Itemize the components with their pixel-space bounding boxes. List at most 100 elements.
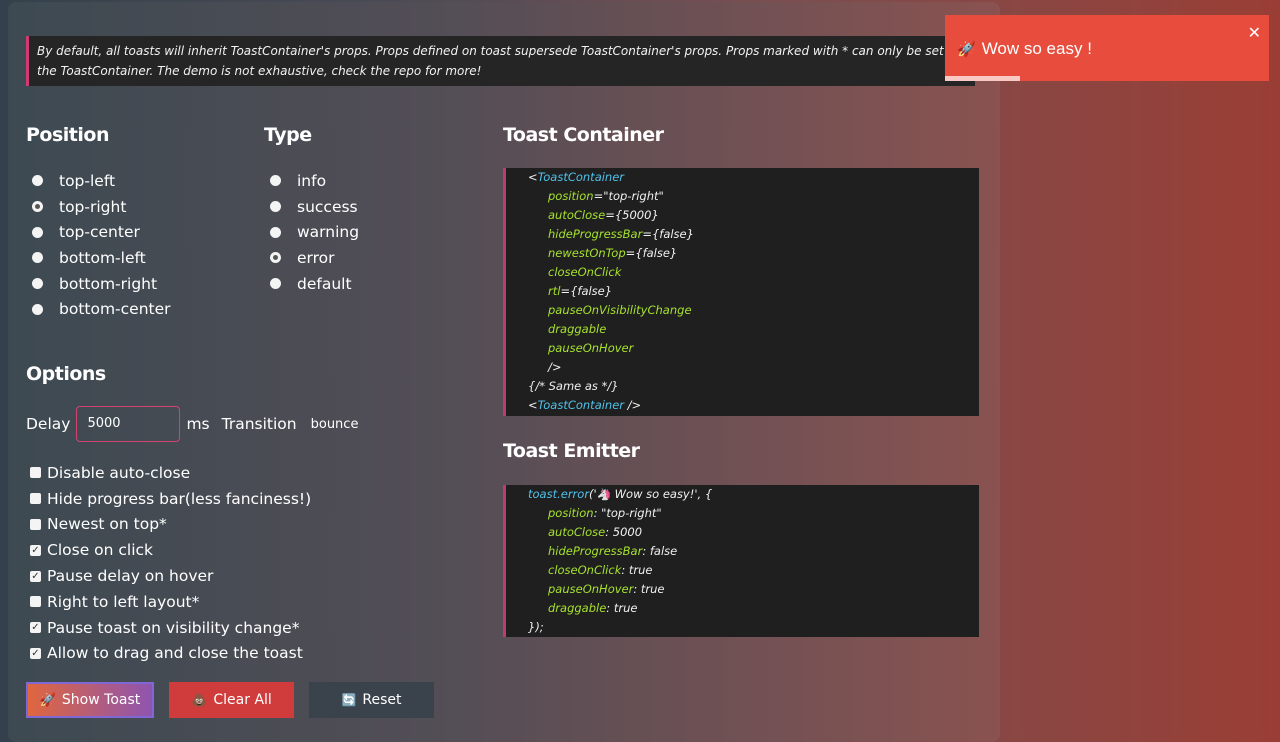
code-token: pauseOnHover (548, 341, 634, 355)
type-title: Type (264, 124, 312, 146)
option-checkbox-row[interactable]: Right to left layout* (30, 589, 311, 615)
code-token: hideProgressBar (548, 227, 643, 241)
option-checkbox-label: Close on click (47, 541, 154, 560)
code-token: draggable (548, 322, 607, 336)
option-checkbox-label: Pause toast on visibility change* (47, 618, 300, 637)
code-token: ('🦄 Wow so easy!', { (589, 487, 713, 501)
radio-icon[interactable] (270, 252, 281, 264)
position-option-bottom-center[interactable]: bottom-center (26, 296, 226, 322)
radio-icon[interactable] (270, 278, 281, 290)
position-option-bottom-right[interactable]: bottom-right (26, 271, 226, 297)
option-checkbox-label: Right to left layout* (47, 592, 200, 611)
code-token: }); (528, 620, 544, 634)
code-token: : true (606, 601, 638, 615)
code-token: ={false} (560, 284, 613, 298)
code-token: toast.error (528, 487, 590, 501)
toast-body: 🚀 Wow so easy ! (957, 39, 1092, 59)
code-line: toast.error('🦄 Wow so easy!', { (528, 485, 712, 504)
option-checkbox-row[interactable]: ✓ Close on click (30, 537, 311, 563)
position-option-label: bottom-left (59, 248, 146, 267)
toast-message: Wow so easy ! (981, 39, 1092, 58)
checked-checkbox[interactable]: ✓ (30, 570, 41, 582)
radio-icon[interactable] (32, 303, 43, 315)
code-line: /> (548, 358, 562, 377)
code-line: closeOnClick (548, 263, 621, 282)
unchecked-checkbox[interactable] (30, 518, 41, 530)
code-line: {/* Same as */} (528, 377, 619, 396)
delay-input[interactable]: 5000 (76, 406, 181, 442)
type-option-label: warning (297, 223, 360, 242)
type-option-info[interactable]: info (264, 168, 464, 194)
code-token: ToastContainer (537, 170, 625, 184)
code-token: hideProgressBar (548, 544, 643, 558)
code-line: draggable (548, 320, 606, 339)
toast-container-code: <ToastContainer position="top-right" autoC… (503, 168, 979, 416)
position-title: Position (26, 124, 109, 146)
position-option-top-left[interactable]: top-left (26, 168, 226, 194)
option-checkbox-row[interactable]: Disable auto-close (30, 460, 311, 486)
toast-container-title: Toast Container (503, 124, 664, 146)
options-title: Options (26, 363, 106, 385)
code-token: closeOnClick (548, 265, 622, 279)
unchecked-checkbox[interactable] (30, 493, 41, 505)
code-token: /> (548, 360, 562, 374)
code-line: }); (528, 618, 544, 637)
code-line: position: "top-right" (548, 504, 662, 523)
code-line: position="top-right" (548, 187, 664, 206)
type-option-warning[interactable]: warning (264, 219, 464, 245)
radio-icon[interactable] (32, 278, 43, 290)
type-option-error[interactable]: error (264, 245, 464, 271)
transition-select[interactable]: bounce (311, 417, 359, 432)
position-option-label: bottom-center (59, 300, 171, 319)
position-option-label: bottom-right (59, 274, 158, 293)
rocket-icon: 🚀 (39, 692, 56, 708)
option-checkboxes: Disable auto-close Hide progress bar(less… (30, 460, 311, 666)
radio-icon[interactable] (32, 175, 43, 187)
type-option-default[interactable]: default (264, 271, 464, 297)
option-checkbox-row[interactable]: Newest on top* (30, 512, 311, 538)
code-token: position (548, 506, 594, 520)
position-options: top-left top-right top-center bottom-left bo… (26, 168, 226, 322)
option-checkbox-row[interactable]: Hide progress bar(less fanciness!) (30, 486, 311, 512)
code-token: pauseOnVisibilityChange (548, 303, 692, 317)
code-line: autoClose={5000} (548, 206, 659, 225)
option-checkbox-row[interactable]: ✓ Pause toast on visibility change* (30, 615, 311, 641)
code-token: : true (633, 582, 665, 596)
radio-icon[interactable] (270, 175, 281, 187)
toast-progress-bar (945, 76, 1020, 81)
unchecked-checkbox[interactable] (30, 467, 41, 479)
ms-label: ms (186, 415, 210, 433)
close-icon[interactable]: ✕ (1248, 23, 1261, 43)
toast-notification[interactable]: 🚀 Wow so easy ! ✕ (945, 15, 1269, 81)
position-option-bottom-left[interactable]: bottom-left (26, 245, 226, 271)
code-token: < (528, 170, 538, 184)
unchecked-checkbox[interactable] (30, 596, 41, 608)
code-token: : 5000 (605, 525, 643, 539)
option-checkbox-row[interactable]: ✓ Allow to drag and close the toast (30, 641, 311, 667)
radio-icon[interactable] (32, 252, 43, 264)
radio-icon[interactable] (270, 201, 281, 213)
code-line: <ToastContainer (528, 168, 624, 187)
reset-button[interactable]: 🔄 Reset (309, 682, 434, 718)
position-option-top-right[interactable]: top-right (26, 194, 226, 220)
radio-icon[interactable] (32, 226, 43, 238)
option-checkbox-label: Newest on top* (47, 515, 167, 534)
radio-icon[interactable] (32, 201, 43, 213)
option-checkbox-label: Pause delay on hover (47, 567, 214, 586)
radio-icon[interactable] (270, 226, 281, 238)
code-line: autoClose: 5000 (548, 523, 642, 542)
code-token: draggable (548, 601, 607, 615)
option-checkbox-label: Disable auto-close (47, 463, 191, 482)
position-option-label: top-left (59, 171, 116, 190)
checked-checkbox[interactable]: ✓ (30, 622, 41, 634)
show-toast-button[interactable]: 🚀 Show Toast (26, 682, 154, 718)
clear-all-button[interactable]: 💩 Clear All (169, 682, 294, 718)
code-token: < (528, 398, 538, 412)
type-option-label: success (297, 197, 358, 216)
code-token: rtl (548, 284, 561, 298)
type-option-success[interactable]: success (264, 194, 464, 220)
checked-checkbox[interactable]: ✓ (30, 647, 41, 659)
checked-checkbox[interactable]: ✓ (30, 544, 41, 556)
position-option-top-center[interactable]: top-center (26, 219, 226, 245)
option-checkbox-row[interactable]: ✓ Pause delay on hover (30, 563, 311, 589)
